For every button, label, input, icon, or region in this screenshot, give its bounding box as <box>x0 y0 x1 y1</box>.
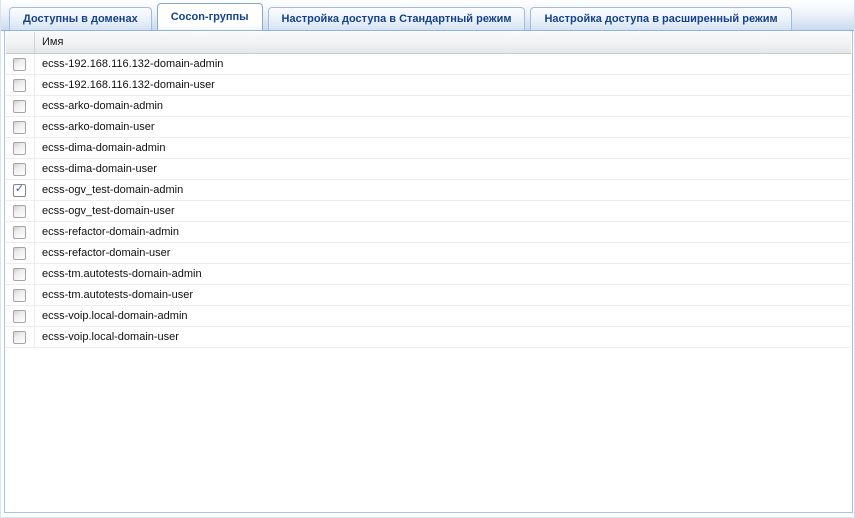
row-checkbox[interactable] <box>13 121 26 134</box>
row-name: ecss-tm.autotests-domain-admin <box>35 264 851 284</box>
row-checkbox-cell <box>6 138 35 158</box>
row-name: ecss-ogv_test-domain-user <box>35 201 851 221</box>
table-row[interactable]: ecss-dima-domain-admin <box>6 138 851 159</box>
row-checkbox[interactable] <box>13 310 26 323</box>
grid-rows: ecss-192.168.116.132-domain-admin ecss-1… <box>6 54 851 348</box>
row-checkbox-cell <box>6 285 35 305</box>
tab-available-in-domains[interactable]: Доступны в доменах <box>9 7 152 30</box>
table-row[interactable]: ecss-arko-domain-admin <box>6 96 851 117</box>
grid-header: Имя <box>6 32 851 54</box>
checkbox-column-header <box>6 32 35 53</box>
row-checkbox-cell <box>6 201 35 221</box>
row-checkbox[interactable] <box>13 142 26 155</box>
table-row[interactable]: ecss-refactor-domain-user <box>6 243 851 264</box>
table-row[interactable]: ecss-refactor-domain-admin <box>6 222 851 243</box>
tab-strip: Доступны в доменах Cocon-группы Настройка … <box>1 0 854 31</box>
row-checkbox[interactable] <box>13 247 26 260</box>
tab-label: Настройка доступа в Стандартный режим <box>282 13 512 25</box>
tab-extended-mode-access[interactable]: Настройка доступа в расширенный режим <box>530 7 791 30</box>
row-name: ecss-tm.autotests-domain-user <box>35 285 851 305</box>
cocon-groups-panel: Имя ecss-192.168.116.132-domain-admin ec… <box>4 31 853 513</box>
row-name: ecss-arko-domain-admin <box>35 96 851 116</box>
row-name: ecss-192.168.116.132-domain-user <box>35 75 851 95</box>
row-checkbox[interactable] <box>13 289 26 302</box>
row-checkbox[interactable] <box>13 268 26 281</box>
row-checkbox-cell <box>6 222 35 242</box>
table-row[interactable]: ecss-tm.autotests-domain-user <box>6 285 851 306</box>
row-checkbox-cell <box>6 264 35 284</box>
row-name: ecss-voip.local-domain-admin <box>35 306 851 326</box>
row-checkbox[interactable] <box>13 58 26 71</box>
table-row[interactable]: ecss-voip.local-domain-admin <box>6 306 851 327</box>
table-row[interactable]: ecss-voip.local-domain-user <box>6 327 851 348</box>
row-name: ecss-dima-domain-admin <box>35 138 851 158</box>
row-checkbox[interactable] <box>13 100 26 113</box>
row-checkbox-cell <box>6 159 35 179</box>
row-checkbox[interactable] <box>13 163 26 176</box>
table-row[interactable]: ecss-dima-domain-user <box>6 159 851 180</box>
row-checkbox-cell: ✓ <box>6 180 35 200</box>
table-row[interactable]: ecss-tm.autotests-domain-admin <box>6 264 851 285</box>
row-checkbox-cell <box>6 306 35 326</box>
table-row[interactable]: ✓ ecss-ogv_test-domain-admin <box>6 180 851 201</box>
row-name: ecss-dima-domain-user <box>35 159 851 179</box>
row-name: ecss-ogv_test-domain-admin <box>35 180 851 200</box>
tab-label: Доступны в доменах <box>23 13 138 25</box>
row-name: ecss-voip.local-domain-user <box>35 327 851 347</box>
row-checkbox-cell <box>6 327 35 347</box>
row-name: ecss-refactor-domain-user <box>35 243 851 263</box>
row-name: ecss-192.168.116.132-domain-admin <box>35 54 851 74</box>
row-checkbox[interactable]: ✓ <box>13 184 26 197</box>
table-row[interactable]: ecss-ogv_test-domain-user <box>6 201 851 222</box>
row-checkbox-cell <box>6 75 35 95</box>
table-row[interactable]: ecss-192.168.116.132-domain-admin <box>6 54 851 75</box>
tab-label: Настройка доступа в расширенный режим <box>544 13 777 25</box>
row-checkbox-cell <box>6 96 35 116</box>
table-row[interactable]: ecss-arko-domain-user <box>6 117 851 138</box>
row-checkbox[interactable] <box>13 79 26 92</box>
row-checkbox[interactable] <box>13 205 26 218</box>
row-checkbox[interactable] <box>13 331 26 344</box>
row-checkbox-cell <box>6 243 35 263</box>
table-row[interactable]: ecss-192.168.116.132-domain-user <box>6 75 851 96</box>
row-name: ecss-arko-domain-user <box>35 117 851 137</box>
tab-standard-mode-access[interactable]: Настройка доступа в Стандартный режим <box>268 7 526 30</box>
row-checkbox-cell <box>6 54 35 74</box>
row-name: ecss-refactor-domain-admin <box>35 222 851 242</box>
checkmark-icon: ✓ <box>15 184 24 195</box>
tab-panel: Доступны в доменах Cocon-группы Настройка … <box>0 0 855 518</box>
tab-label: Cocon-группы <box>171 11 249 23</box>
row-checkbox-cell <box>6 117 35 137</box>
tab-cocon-groups[interactable]: Cocon-группы <box>157 3 263 30</box>
name-column-header[interactable]: Имя <box>35 32 851 53</box>
row-checkbox[interactable] <box>13 226 26 239</box>
